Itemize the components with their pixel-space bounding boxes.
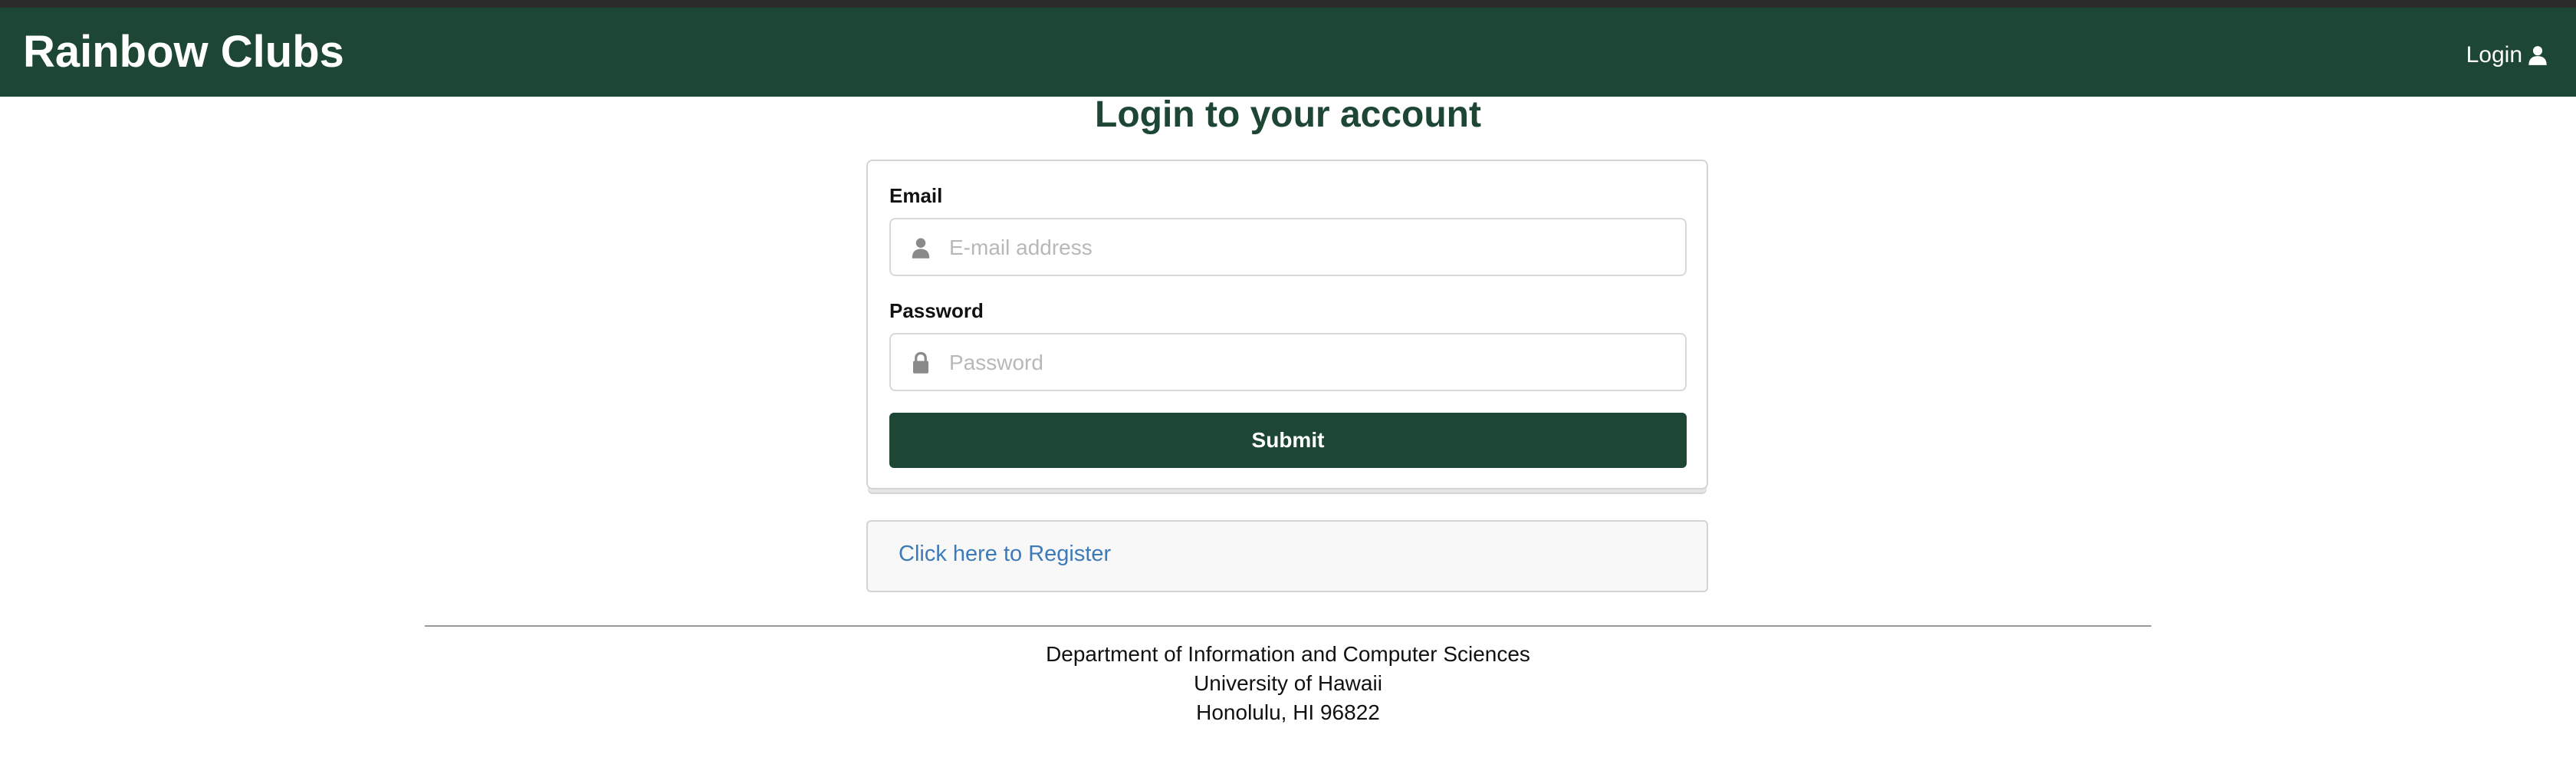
footer-department: Department of Information and Computer S… bbox=[1046, 642, 1530, 666]
lock-icon bbox=[913, 351, 928, 374]
window-top-strip bbox=[0, 0, 2576, 8]
nav-login-button[interactable]: Login bbox=[2466, 40, 2548, 71]
email-label: Email bbox=[889, 184, 943, 207]
footer-divider bbox=[425, 625, 2151, 627]
navbar: Rainbow Clubs Login bbox=[0, 8, 2576, 97]
password-input[interactable] bbox=[948, 334, 1671, 391]
user-icon bbox=[912, 238, 930, 259]
email-input[interactable] bbox=[948, 219, 1671, 276]
password-label: Password bbox=[889, 299, 984, 322]
footer-address: Honolulu, HI 96822 bbox=[1196, 700, 1380, 724]
register-message-box: Click here to Register bbox=[866, 520, 1708, 592]
login-form-card: Email Password Submit bbox=[866, 160, 1708, 489]
page-title: Login to your account bbox=[1095, 94, 1481, 135]
register-link[interactable]: Click here to Register bbox=[899, 542, 1111, 567]
email-field-wrapper bbox=[889, 218, 1687, 276]
footer-university: University of Hawaii bbox=[1194, 671, 1382, 695]
submit-button[interactable]: Submit bbox=[889, 413, 1687, 468]
user-icon bbox=[2528, 46, 2547, 65]
nav-login-label: Login bbox=[2466, 42, 2522, 68]
brand-link[interactable]: Rainbow Clubs bbox=[23, 26, 344, 78]
footer: Department of Information and Computer S… bbox=[0, 640, 2576, 727]
password-field-wrapper bbox=[889, 333, 1687, 391]
